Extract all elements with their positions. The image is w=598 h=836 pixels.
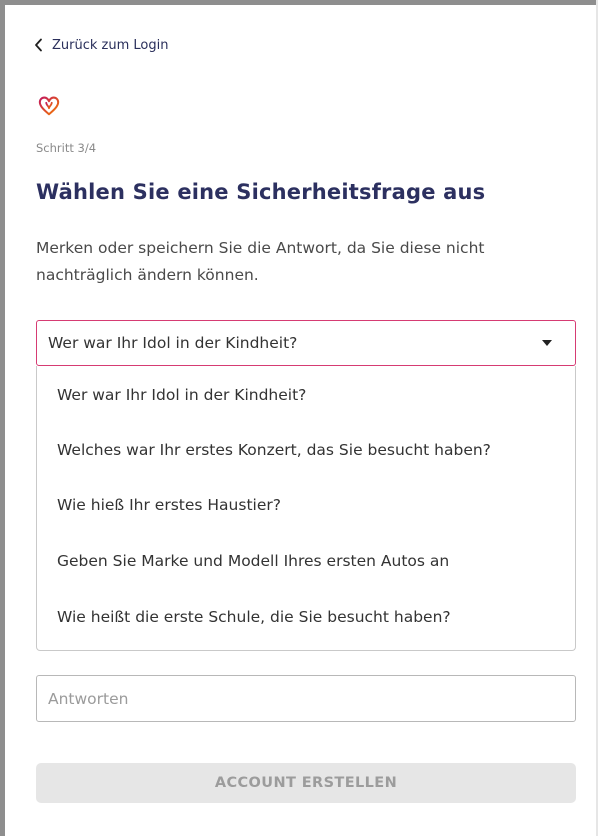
back-to-login-link[interactable]: Zurück zum Login bbox=[34, 36, 168, 54]
window-border-top bbox=[0, 0, 598, 5]
dropdown-caret-icon bbox=[542, 340, 552, 346]
chevron-left-icon bbox=[35, 38, 42, 52]
security-question-option[interactable]: Wie hieß Ihr erstes Haustier? bbox=[57, 496, 281, 520]
step-indicator: Schritt 3/4 bbox=[36, 141, 97, 155]
back-to-login-label: Zurück zum Login bbox=[52, 37, 169, 53]
page-title: Wählen Sie eine Sicherheitsfrage aus bbox=[36, 180, 486, 204]
heart-logo-icon bbox=[38, 96, 60, 116]
window-border-left bbox=[0, 0, 5, 836]
security-question-options: Wer war Ihr Idol in der Kindheit? Welche… bbox=[36, 366, 576, 651]
security-question-option[interactable]: Wie heißt die erste Schule, die Sie besu… bbox=[57, 608, 451, 632]
security-question-option[interactable]: Wer war Ihr Idol in der Kindheit? bbox=[57, 386, 306, 410]
answer-input[interactable] bbox=[36, 675, 576, 722]
security-question-select[interactable]: Wer war Ihr Idol in der Kindheit? bbox=[36, 320, 576, 366]
security-question-selected-value: Wer war Ihr Idol in der Kindheit? bbox=[48, 334, 298, 352]
security-question-option[interactable]: Welches war Ihr erstes Konzert, das Sie … bbox=[57, 441, 491, 465]
page-description: Merken oder speichern Sie die Antwort, d… bbox=[36, 239, 485, 284]
security-question-option[interactable]: Geben Sie Marke und Modell Ihres ersten … bbox=[57, 552, 449, 576]
create-account-button[interactable]: ACCOUNT ERSTELLEN bbox=[36, 763, 576, 803]
